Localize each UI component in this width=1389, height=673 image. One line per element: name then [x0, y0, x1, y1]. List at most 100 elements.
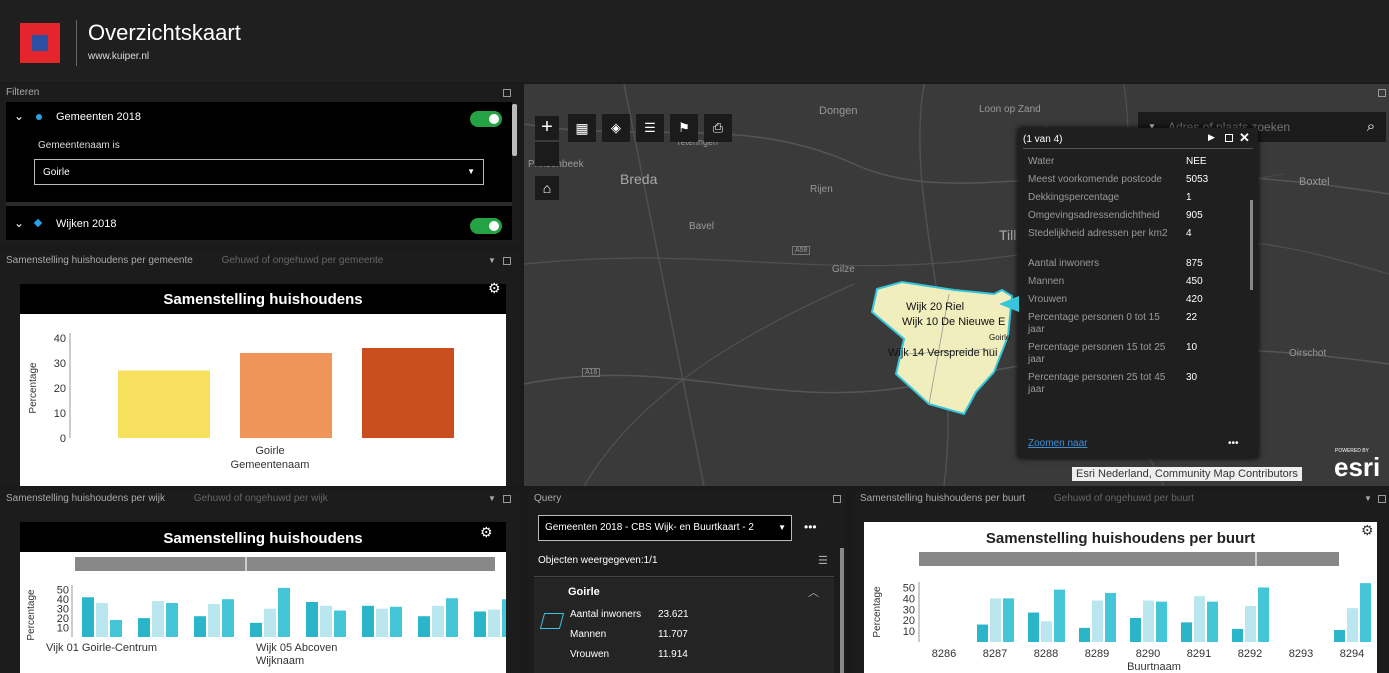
tab-huishoudens-wijk[interactable]: Samenstelling huishoudens per wijk	[6, 493, 165, 504]
popup-header-line	[1023, 148, 1253, 149]
map-label: Till	[999, 227, 1017, 243]
zoom-to-link[interactable]: Zoomen naar	[1028, 438, 1087, 449]
bar	[1130, 618, 1141, 642]
result-item[interactable]: Goirle ︿ Aantal inwoners 23.621 Mannen 1…	[534, 578, 834, 673]
popup-pointer	[999, 296, 1019, 312]
tab-gehuwd-wijk[interactable]: Gehuwd of ongehuwd per wijk	[194, 493, 328, 504]
y-tick-label: 20	[54, 383, 66, 395]
bar	[250, 622, 262, 637]
chart-title: Samenstelling huishoudens per buurt	[985, 530, 1256, 547]
bar	[194, 616, 206, 637]
bar	[306, 602, 318, 637]
x-axis-label: Wijknaam	[256, 655, 304, 667]
polygon-label: Wijk 14 Verspreide hui	[888, 347, 998, 359]
zoom-out-button[interactable]	[535, 142, 559, 166]
chart-scroll-slider[interactable]	[75, 557, 495, 571]
basemap[interactable]	[524, 84, 1389, 486]
polygon-icon	[539, 613, 565, 629]
maximize-icon[interactable]	[1378, 89, 1386, 97]
bar	[1092, 600, 1103, 642]
maximize-icon[interactable]	[503, 89, 511, 97]
close-icon[interactable]: ✕	[1239, 130, 1250, 146]
scrollbar[interactable]	[512, 104, 517, 156]
header-divider	[76, 20, 77, 66]
legend-icon[interactable]: ☰	[636, 114, 664, 142]
gemeente-select[interactable]: Goirle ▼	[34, 159, 484, 185]
more-options-button[interactable]: •••	[1228, 438, 1239, 449]
chevron-down-icon[interactable]: ⌄	[14, 216, 24, 230]
print-icon[interactable]: ⎙	[704, 114, 732, 142]
app-subtitle: www.kuiper.nl	[88, 51, 150, 62]
x-tick-label: 8292	[1238, 648, 1262, 660]
layer1-toggle[interactable]	[470, 111, 502, 127]
chart-scroll-slider[interactable]	[919, 552, 1339, 566]
maximize-icon[interactable]	[1378, 495, 1386, 503]
scrollbar[interactable]	[840, 548, 844, 673]
app-title: Overzichtskaart	[88, 20, 241, 45]
popup-field-value: 1	[1186, 192, 1192, 203]
filter-label: Gemeentenaam is	[38, 140, 120, 151]
popup-field-label: Omgevingsadressendichtheid	[1028, 210, 1160, 221]
bar	[222, 599, 234, 637]
chart-card: Samenstelling huishoudens per buurt ⚙ 10…	[864, 522, 1377, 673]
bookmark-icon[interactable]: ⚑	[670, 114, 698, 142]
result-row-value: 23.621	[658, 609, 689, 620]
bar	[320, 605, 332, 637]
bar	[362, 348, 454, 438]
result-count: Objecten weergegeven:1/1	[538, 555, 658, 566]
gear-icon[interactable]: ⚙	[480, 524, 493, 541]
search-icon[interactable]: ⌕	[1356, 112, 1386, 142]
bar	[240, 353, 332, 438]
bar	[96, 602, 108, 637]
tab-gehuwd-gemeente[interactable]: Gehuwd of ongehuwd per gemeente	[222, 255, 384, 266]
result-row-value: 11.707	[658, 629, 688, 640]
tab-dropdown-icon[interactable]: ▼	[488, 256, 496, 265]
gear-icon[interactable]: ⚙	[488, 280, 501, 297]
layer-dot-icon	[36, 114, 42, 120]
x-tick-label: 8291	[1187, 648, 1211, 660]
bar	[1003, 598, 1014, 642]
logo	[20, 23, 60, 63]
maximize-icon[interactable]	[833, 495, 841, 503]
popup-field-value: 30	[1186, 372, 1198, 383]
popup-scrollbar[interactable]	[1250, 200, 1253, 290]
layers-icon[interactable]: ◈	[602, 114, 630, 142]
popup-field-label: Mannen	[1028, 276, 1065, 287]
popup-field-value: 5053	[1186, 174, 1209, 185]
result-title: Goirle	[568, 586, 600, 598]
x-tick-label: 8287	[983, 648, 1007, 660]
home-button[interactable]: ⌂	[535, 176, 559, 200]
chart-title: Samenstelling huishoudens	[163, 291, 363, 308]
bar	[418, 616, 430, 637]
tab-huishoudens-buurt[interactable]: Samenstelling huishoudens per buurt	[860, 493, 1025, 504]
layer2-toggle[interactable]	[470, 218, 502, 234]
chevron-down-icon[interactable]: ⌄	[14, 109, 24, 123]
maximize-icon[interactable]	[1225, 134, 1233, 142]
map-label: Dongen	[819, 105, 858, 117]
tab-huishoudens-gemeente[interactable]: Samenstelling huishoudens per gemeente	[6, 255, 193, 266]
bar	[502, 599, 506, 637]
bar	[334, 610, 346, 637]
chart-title: Samenstelling huishoudens	[163, 530, 363, 547]
basemap-gallery-button[interactable]: ▦	[568, 114, 596, 142]
map-label: Breda	[620, 171, 658, 187]
x-tick-label: Vijk 01 Goirle-Centrum	[46, 642, 157, 654]
zoom-in-button[interactable]: +	[535, 116, 559, 140]
next-icon[interactable]: ▶	[1208, 132, 1215, 143]
tab-dropdown-icon[interactable]: ▼	[488, 494, 496, 503]
bar	[118, 370, 210, 438]
bar	[376, 608, 388, 637]
more-options-button[interactable]: •••	[804, 520, 817, 534]
filter-header: Filteren	[6, 87, 40, 98]
y-tick-label: 50	[903, 582, 915, 594]
tab-dropdown-icon[interactable]: ▼	[1364, 494, 1372, 503]
tab-gehuwd-buurt[interactable]: Gehuwd of ongehuwd per buurt	[1054, 493, 1194, 504]
bar	[488, 609, 500, 637]
collapse-icon[interactable]: ︿	[808, 584, 819, 600]
maximize-icon[interactable]	[503, 257, 511, 265]
maximize-icon[interactable]	[503, 495, 511, 503]
gear-icon[interactable]: ⚙	[1361, 522, 1374, 539]
tab-bar: Samenstelling huishoudens per gemeente G…	[0, 252, 520, 270]
query-select[interactable]: Gemeenten 2018 - CBS Wijk- en Buurtkaart…	[538, 515, 792, 541]
sort-icon[interactable]: ☰	[818, 554, 828, 567]
